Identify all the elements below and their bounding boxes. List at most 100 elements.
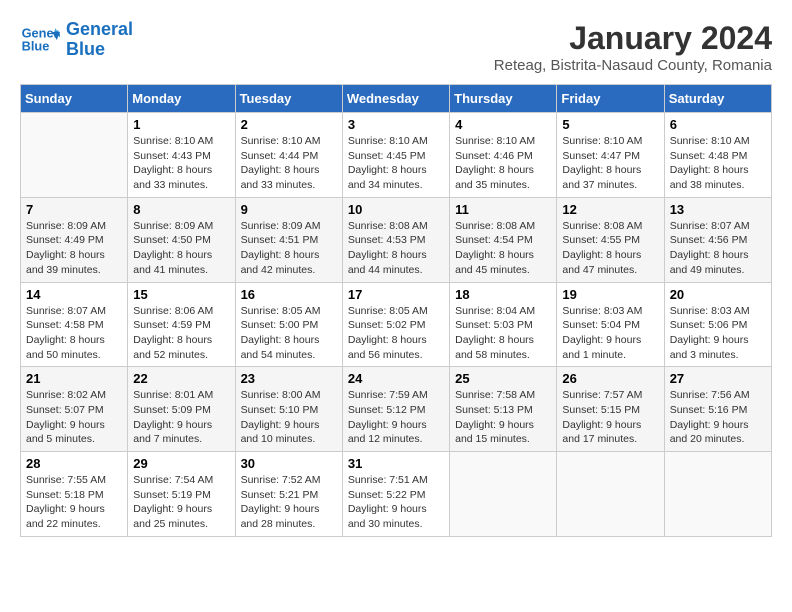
day-info: Sunrise: 8:04 AMSunset: 5:03 PMDaylight:…	[455, 304, 551, 363]
day-info: Sunrise: 8:07 AMSunset: 4:56 PMDaylight:…	[670, 219, 766, 278]
day-number: 28	[26, 456, 122, 471]
day-info: Sunrise: 8:01 AMSunset: 5:09 PMDaylight:…	[133, 388, 229, 447]
day-cell: 14 Sunrise: 8:07 AMSunset: 4:58 PMDayligh…	[21, 282, 128, 367]
logo-text: General Blue	[66, 20, 133, 60]
day-number: 3	[348, 117, 444, 132]
day-number: 4	[455, 117, 551, 132]
day-cell: 21 Sunrise: 8:02 AMSunset: 5:07 PMDayligh…	[21, 367, 128, 452]
day-cell: 22Sunrise: 8:01 AMSunset: 5:09 PMDayligh…	[128, 367, 235, 452]
day-number: 20	[670, 287, 766, 302]
day-number: 5	[562, 117, 658, 132]
day-number: 1	[133, 117, 229, 132]
day-cell: 17 Sunrise: 8:05 AMSunset: 5:02 PMDayligh…	[342, 282, 449, 367]
header-day-friday: Friday	[557, 85, 664, 113]
day-info: Sunrise: 8:10 AMSunset: 4:45 PMDaylight:…	[348, 134, 444, 193]
day-cell: 2 Sunrise: 8:10 AMSunset: 4:44 PMDaylight…	[235, 113, 342, 198]
day-cell: 15Sunrise: 8:06 AMSunset: 4:59 PMDayligh…	[128, 282, 235, 367]
day-info: Sunrise: 8:05 AMSunset: 5:02 PMDaylight:…	[348, 304, 444, 363]
day-cell	[557, 452, 664, 537]
day-info: Sunrise: 8:09 AMSunset: 4:51 PMDaylight:…	[241, 219, 337, 278]
day-number: 21	[26, 371, 122, 386]
day-info: Sunrise: 8:03 AMSunset: 5:04 PMDaylight:…	[562, 304, 658, 363]
header-day-wednesday: Wednesday	[342, 85, 449, 113]
week-row-5: 28 Sunrise: 7:55 AMSunset: 5:18 PMDayligh…	[21, 452, 772, 537]
header: General Blue General Blue January 2024 R…	[20, 20, 772, 74]
day-number: 8	[133, 202, 229, 217]
day-number: 2	[241, 117, 337, 132]
header-day-thursday: Thursday	[450, 85, 557, 113]
day-info: Sunrise: 7:58 AMSunset: 5:13 PMDaylight:…	[455, 388, 551, 447]
day-info: Sunrise: 8:05 AMSunset: 5:00 PMDaylight:…	[241, 304, 337, 363]
day-info: Sunrise: 7:57 AMSunset: 5:15 PMDaylight:…	[562, 388, 658, 447]
day-cell: 27Sunrise: 7:56 AMSunset: 5:16 PMDayligh…	[664, 367, 771, 452]
day-cell: 11 Sunrise: 8:08 AMSunset: 4:54 PMDayligh…	[450, 197, 557, 282]
day-cell	[450, 452, 557, 537]
day-number: 17	[348, 287, 444, 302]
day-cell: 28 Sunrise: 7:55 AMSunset: 5:18 PMDayligh…	[21, 452, 128, 537]
day-number: 23	[241, 371, 337, 386]
day-number: 14	[26, 287, 122, 302]
day-number: 9	[241, 202, 337, 217]
day-number: 24	[348, 371, 444, 386]
day-number: 7	[26, 202, 122, 217]
day-number: 29	[133, 456, 229, 471]
day-info: Sunrise: 8:08 AMSunset: 4:54 PMDaylight:…	[455, 219, 551, 278]
day-cell: 16 Sunrise: 8:05 AMSunset: 5:00 PMDayligh…	[235, 282, 342, 367]
day-info: Sunrise: 8:02 AMSunset: 5:07 PMDaylight:…	[26, 388, 122, 447]
day-cell: 29 Sunrise: 7:54 AMSunset: 5:19 PMDayligh…	[128, 452, 235, 537]
calendar-subtitle: Reteag, Bistrita-Nasaud County, Romania	[494, 57, 772, 74]
calendar-title: January 2024	[494, 20, 772, 57]
week-row-3: 14 Sunrise: 8:07 AMSunset: 4:58 PMDayligh…	[21, 282, 772, 367]
day-number: 12	[562, 202, 658, 217]
day-number: 31	[348, 456, 444, 471]
day-number: 30	[241, 456, 337, 471]
day-number: 25	[455, 371, 551, 386]
day-cell: 13 Sunrise: 8:07 AMSunset: 4:56 PMDayligh…	[664, 197, 771, 282]
day-cell: 20Sunrise: 8:03 AMSunset: 5:06 PMDayligh…	[664, 282, 771, 367]
day-info: Sunrise: 8:10 AMSunset: 4:44 PMDaylight:…	[241, 134, 337, 193]
day-cell: 4 Sunrise: 8:10 AMSunset: 4:46 PMDaylight…	[450, 113, 557, 198]
day-cell: 24 Sunrise: 7:59 AMSunset: 5:12 PMDayligh…	[342, 367, 449, 452]
day-info: Sunrise: 8:10 AMSunset: 4:48 PMDaylight:…	[670, 134, 766, 193]
calendar-table: SundayMondayTuesdayWednesdayThursdayFrid…	[20, 84, 772, 537]
day-number: 6	[670, 117, 766, 132]
logo: General Blue General Blue	[20, 20, 133, 60]
day-info: Sunrise: 7:55 AMSunset: 5:18 PMDaylight:…	[26, 473, 122, 532]
day-number: 18	[455, 287, 551, 302]
day-info: Sunrise: 8:10 AMSunset: 4:47 PMDaylight:…	[562, 134, 658, 193]
day-number: 13	[670, 202, 766, 217]
day-info: Sunrise: 7:56 AMSunset: 5:16 PMDaylight:…	[670, 388, 766, 447]
day-cell: 3 Sunrise: 8:10 AMSunset: 4:45 PMDaylight…	[342, 113, 449, 198]
day-cell: 8 Sunrise: 8:09 AMSunset: 4:50 PMDaylight…	[128, 197, 235, 282]
day-cell: 26 Sunrise: 7:57 AMSunset: 5:15 PMDayligh…	[557, 367, 664, 452]
header-day-tuesday: Tuesday	[235, 85, 342, 113]
logo-icon: General Blue	[20, 20, 60, 60]
day-number: 11	[455, 202, 551, 217]
header-day-monday: Monday	[128, 85, 235, 113]
day-info: Sunrise: 7:51 AMSunset: 5:22 PMDaylight:…	[348, 473, 444, 532]
day-number: 15	[133, 287, 229, 302]
day-cell: 7Sunrise: 8:09 AMSunset: 4:49 PMDaylight…	[21, 197, 128, 282]
day-info: Sunrise: 7:54 AMSunset: 5:19 PMDaylight:…	[133, 473, 229, 532]
day-info: Sunrise: 8:10 AMSunset: 4:43 PMDaylight:…	[133, 134, 229, 193]
day-cell: 12Sunrise: 8:08 AMSunset: 4:55 PMDayligh…	[557, 197, 664, 282]
day-info: Sunrise: 7:52 AMSunset: 5:21 PMDaylight:…	[241, 473, 337, 532]
day-cell: 1 Sunrise: 8:10 AMSunset: 4:43 PMDaylight…	[128, 113, 235, 198]
svg-text:Blue: Blue	[22, 38, 50, 53]
day-info: Sunrise: 8:07 AMSunset: 4:58 PMDaylight:…	[26, 304, 122, 363]
day-cell: 18 Sunrise: 8:04 AMSunset: 5:03 PMDayligh…	[450, 282, 557, 367]
day-info: Sunrise: 7:59 AMSunset: 5:12 PMDaylight:…	[348, 388, 444, 447]
day-cell: 5 Sunrise: 8:10 AMSunset: 4:47 PMDaylight…	[557, 113, 664, 198]
day-info: Sunrise: 8:10 AMSunset: 4:46 PMDaylight:…	[455, 134, 551, 193]
day-cell: 23 Sunrise: 8:00 AMSunset: 5:10 PMDayligh…	[235, 367, 342, 452]
day-cell	[21, 113, 128, 198]
day-number: 10	[348, 202, 444, 217]
day-info: Sunrise: 8:00 AMSunset: 5:10 PMDaylight:…	[241, 388, 337, 447]
day-info: Sunrise: 8:09 AMSunset: 4:50 PMDaylight:…	[133, 219, 229, 278]
day-number: 26	[562, 371, 658, 386]
day-number: 16	[241, 287, 337, 302]
header-row: SundayMondayTuesdayWednesdayThursdayFrid…	[21, 85, 772, 113]
day-cell: 31 Sunrise: 7:51 AMSunset: 5:22 PMDayligh…	[342, 452, 449, 537]
day-cell: 19Sunrise: 8:03 AMSunset: 5:04 PMDayligh…	[557, 282, 664, 367]
header-day-saturday: Saturday	[664, 85, 771, 113]
